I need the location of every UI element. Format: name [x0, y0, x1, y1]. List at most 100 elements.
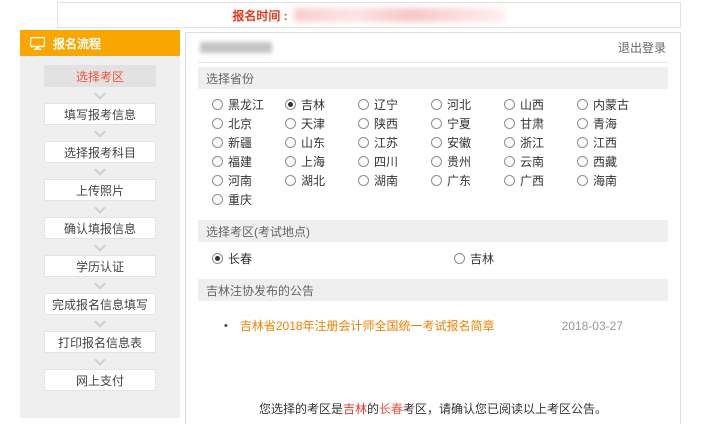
province-option-17[interactable]: 浙江 [504, 136, 577, 148]
registration-time-label: 报名时间 : [232, 7, 287, 24]
radio-icon[interactable] [577, 175, 588, 186]
radio-icon[interactable] [431, 137, 442, 148]
province-option-8[interactable]: 天津 [285, 117, 358, 129]
province-label: 浙江 [520, 134, 544, 151]
province-label: 内蒙古 [593, 96, 629, 113]
province-label: 北京 [228, 115, 252, 132]
radio-icon[interactable] [212, 99, 223, 110]
province-option-16[interactable]: 安徽 [431, 136, 504, 148]
sidebar-step-upload-photo[interactable]: 上传照片 [44, 179, 156, 201]
radio-icon[interactable] [212, 137, 223, 148]
province-option-26[interactable]: 湖北 [285, 174, 358, 186]
chevron-down-icon [94, 278, 105, 289]
sidebar-step-online-payment[interactable]: 网上支付 [44, 369, 156, 391]
radio-icon[interactable] [285, 137, 296, 148]
radio-icon[interactable] [504, 175, 515, 186]
radio-icon[interactable] [358, 137, 369, 148]
province-label: 山西 [520, 96, 544, 113]
radio-icon[interactable] [212, 253, 223, 264]
province-option-27[interactable]: 湖南 [358, 174, 431, 186]
province-option-14[interactable]: 山东 [285, 136, 358, 148]
province-option-18[interactable]: 江西 [577, 136, 650, 148]
province-option-3[interactable]: 辽宁 [358, 98, 431, 110]
sidebar-step-select-exam-area[interactable]: 选择考区 [44, 65, 156, 87]
province-option-11[interactable]: 甘肃 [504, 117, 577, 129]
sidebar: 报名流程 选择考区填写报考信息选择报考科目上传照片确认填报信息学历认证完成报名信… [20, 30, 180, 418]
radio-icon[interactable] [285, 175, 296, 186]
province-label: 西藏 [593, 153, 617, 170]
province-option-10[interactable]: 宁夏 [431, 117, 504, 129]
chevron-down-icon [94, 240, 105, 251]
radio-icon[interactable] [577, 99, 588, 110]
radio-icon[interactable] [504, 118, 515, 129]
radio-icon[interactable] [431, 118, 442, 129]
radio-icon[interactable] [212, 156, 223, 167]
radio-icon[interactable] [285, 99, 296, 110]
notice-link[interactable]: 吉林省2018年注册会计师全国统一考试报名简章 [240, 317, 495, 334]
province-label: 湖南 [374, 172, 398, 189]
logout-link[interactable]: 退出登录 [618, 39, 666, 56]
province-option-13[interactable]: 新疆 [212, 136, 285, 148]
radio-icon[interactable] [212, 194, 223, 205]
radio-icon[interactable] [577, 118, 588, 129]
sidebar-header: 报名流程 [20, 30, 180, 56]
province-option-15[interactable]: 江苏 [358, 136, 431, 148]
province-option-19[interactable]: 福建 [212, 155, 285, 167]
radio-icon[interactable] [212, 175, 223, 186]
exam-area-option-2[interactable]: 吉林 [454, 252, 668, 264]
radio-icon[interactable] [577, 137, 588, 148]
province-label: 黑龙江 [228, 96, 264, 113]
province-label: 吉林 [301, 96, 325, 113]
province-label: 云南 [520, 153, 544, 170]
radio-icon[interactable] [431, 99, 442, 110]
province-option-20[interactable]: 上海 [285, 155, 358, 167]
province-option-25[interactable]: 河南 [212, 174, 285, 186]
province-option-22[interactable]: 贵州 [431, 155, 504, 167]
province-option-24[interactable]: 西藏 [577, 155, 650, 167]
province-option-29[interactable]: 广西 [504, 174, 577, 186]
radio-icon[interactable] [431, 175, 442, 186]
province-option-31[interactable]: 重庆 [212, 193, 285, 205]
province-label: 宁夏 [447, 115, 471, 132]
province-label: 安徽 [447, 134, 471, 151]
radio-icon[interactable] [358, 156, 369, 167]
sidebar-step-print-registration-form[interactable]: 打印报名信息表 [44, 331, 156, 353]
province-label: 重庆 [228, 191, 252, 208]
province-option-7[interactable]: 北京 [212, 117, 285, 129]
radio-icon[interactable] [358, 175, 369, 186]
notice-date: 2018-03-27 [562, 319, 623, 333]
province-option-5[interactable]: 山西 [504, 98, 577, 110]
province-option-2[interactable]: 吉林 [285, 98, 358, 110]
radio-icon[interactable] [285, 156, 296, 167]
province-option-21[interactable]: 四川 [358, 155, 431, 167]
registration-page: 报名时间 : 报名流程 选择考区填写报考信息选择报考科目上传照片确认填报信息学历… [0, 0, 720, 424]
sidebar-step-select-exam-subjects[interactable]: 选择报考科目 [44, 141, 156, 163]
chevron-down-icon [94, 316, 105, 327]
province-option-23[interactable]: 云南 [504, 155, 577, 167]
province-label: 陕西 [374, 115, 398, 132]
province-option-4[interactable]: 河北 [431, 98, 504, 110]
radio-icon[interactable] [358, 118, 369, 129]
radio-icon[interactable] [504, 99, 515, 110]
province-option-12[interactable]: 青海 [577, 117, 650, 129]
sidebar-step-complete-registration-info[interactable]: 完成报名信息填写 [44, 293, 156, 315]
radio-icon[interactable] [504, 156, 515, 167]
radio-icon[interactable] [285, 118, 296, 129]
province-label: 山东 [301, 134, 325, 151]
sidebar-step-education-certification[interactable]: 学历认证 [44, 255, 156, 277]
radio-icon[interactable] [454, 253, 465, 264]
province-option-1[interactable]: 黑龙江 [212, 98, 285, 110]
province-option-9[interactable]: 陕西 [358, 117, 431, 129]
radio-icon[interactable] [577, 156, 588, 167]
radio-icon[interactable] [358, 99, 369, 110]
sidebar-step-fill-registration-info[interactable]: 填写报考信息 [44, 103, 156, 125]
confirm-area: 您选择的考区是吉林的长春考区，请确认您已阅读以上考区公告。 我已阅读公告。 上一… [198, 400, 668, 424]
province-option-28[interactable]: 广东 [431, 174, 504, 186]
radio-icon[interactable] [504, 137, 515, 148]
sidebar-step-confirm-filled-info[interactable]: 确认填报信息 [44, 217, 156, 239]
exam-area-option-1[interactable]: 长春 [212, 252, 454, 264]
province-option-6[interactable]: 内蒙古 [577, 98, 650, 110]
province-option-30[interactable]: 海南 [577, 174, 650, 186]
radio-icon[interactable] [431, 156, 442, 167]
radio-icon[interactable] [212, 118, 223, 129]
